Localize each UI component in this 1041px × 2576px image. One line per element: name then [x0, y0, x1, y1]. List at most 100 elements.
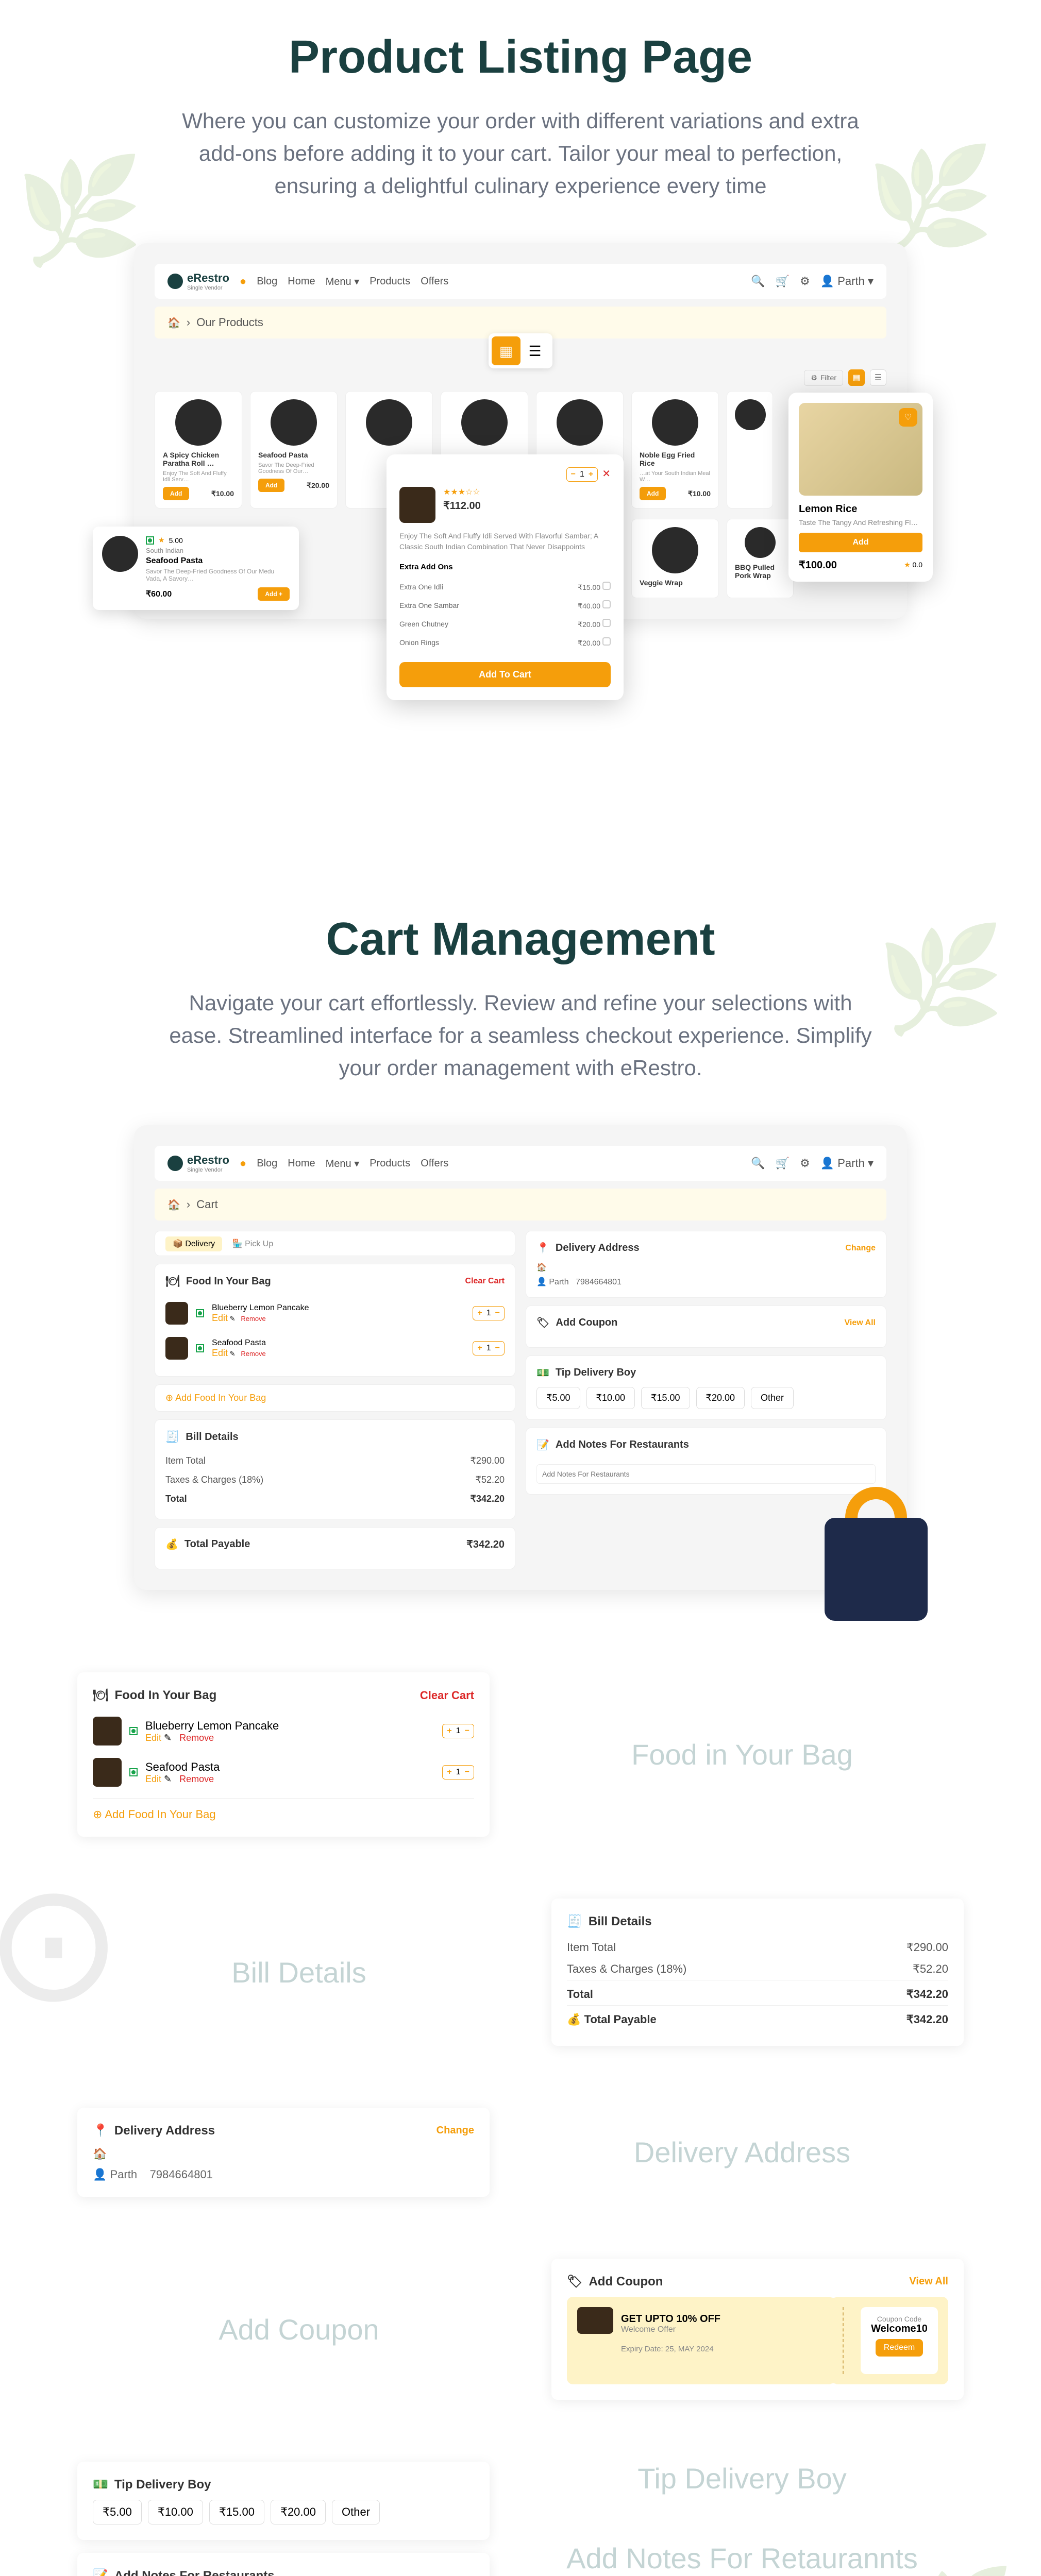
notes-input[interactable] [536, 1464, 876, 1484]
product-card[interactable]: A Spicy Chicken Paratha Roll … Enjoy The… [155, 391, 242, 509]
add-button[interactable]: Add [258, 479, 284, 492]
edit-link[interactable]: Edit [212, 1348, 228, 1358]
leaf-decoration-icon: 🌿 [877, 919, 1005, 1040]
change-link[interactable]: Change [436, 2125, 474, 2137]
filter-button[interactable]: ⚙ Filter [804, 370, 843, 386]
tip-option[interactable]: ₹20.00 [271, 2500, 326, 2524]
tip-option[interactable]: Other [751, 1387, 794, 1409]
brand-name: eRestro [187, 272, 229, 285]
list-item-card[interactable]: ★ 5.00 South Indian Seafood Pasta Savor … [93, 527, 299, 610]
add-button[interactable]: Add [640, 487, 666, 500]
list-icon[interactable]: ☰ [870, 369, 886, 386]
product-sub: Savor The Deep-Fried Goodness Of Our… [258, 462, 329, 474]
tip-option[interactable]: ₹15.00 [209, 2500, 264, 2524]
close-icon[interactable]: ✕ [602, 467, 611, 482]
nav-home[interactable]: Home [288, 276, 315, 287]
add-food-link[interactable]: ⊕ Add Food In Your Bag [93, 1808, 216, 1821]
section2-desc: Navigate your cart effortlessly. Review … [160, 987, 881, 1084]
leaf-decoration-icon: 🌿 [887, 2563, 1015, 2576]
nav-products[interactable]: Products [370, 1158, 410, 1170]
home-icon[interactable]: 🏠 [167, 316, 180, 329]
rating-value: 5.00 [169, 536, 183, 545]
tip-option[interactable]: ₹5.00 [93, 2500, 142, 2524]
settings-icon[interactable]: ⚙ [800, 275, 810, 288]
bill-details-panel: 🧾Bill Details Item Total₹290.00 Taxes & … [551, 1899, 964, 2046]
coupon-expiry: Expiry Date: 25, MAY 2024 [621, 2345, 826, 2353]
addon-row[interactable]: Onion Rings₹20.00 [399, 633, 611, 652]
add-food-link[interactable]: ⊕ Add Food In Your Bag [165, 1393, 266, 1403]
quantity-stepper[interactable]: +1− [442, 1724, 474, 1738]
product-name: Seafood Pasta [146, 556, 290, 566]
addon-row[interactable]: Green Chutney₹20.00 [399, 615, 611, 633]
remove-link[interactable]: Remove [179, 1733, 214, 1743]
wallet-icon: 💰 [165, 1538, 178, 1551]
tip-option[interactable]: ₹10.00 [148, 2500, 203, 2524]
grid-view-button[interactable]: ▦ [492, 336, 520, 365]
list-view-button[interactable]: ☰ [520, 336, 549, 365]
edit-link[interactable]: Edit [145, 1733, 161, 1743]
edit-link[interactable]: Edit [212, 1313, 228, 1323]
quantity-stepper[interactable]: +1− [473, 1341, 505, 1355]
edit-link[interactable]: Edit [145, 1774, 161, 1784]
view-all-link[interactable]: View All [845, 1318, 876, 1328]
minus-button[interactable]: − [571, 470, 576, 479]
add-button[interactable]: Add + [258, 587, 290, 601]
search-icon[interactable]: 🔍 [751, 275, 765, 288]
nav-offers[interactable]: Offers [421, 276, 448, 287]
nav-home[interactable]: Home [288, 1158, 315, 1170]
featured-product-card[interactable]: ♡ Lemon Rice Taste The Tangy And Refresh… [788, 393, 933, 582]
clear-cart-link[interactable]: Clear Cart [465, 1277, 505, 1286]
product-sub: Taste The Tangy And Refreshing Fl… [799, 518, 922, 527]
product-card[interactable]: BBQ Pulled Pork Wrap [727, 519, 794, 598]
nav-menu[interactable]: Menu ▾ [326, 1157, 360, 1170]
remove-link[interactable]: Remove [241, 1350, 265, 1358]
coupon-icon: 🏷 [567, 2274, 582, 2289]
nav-offers[interactable]: Offers [421, 1158, 448, 1170]
user-avatar[interactable]: 👤 Parth ▾ [820, 1157, 874, 1170]
pickup-tab[interactable]: 🏪 Pick Up [225, 1236, 281, 1251]
addon-row[interactable]: Extra One Idli₹15.00 [399, 578, 611, 596]
redeem-button[interactable]: Redeem [876, 2339, 923, 2357]
nav-blog[interactable]: Blog [257, 1158, 277, 1170]
favorite-button[interactable]: ♡ [899, 408, 917, 427]
plus-button[interactable]: + [589, 470, 593, 479]
remove-link[interactable]: Remove [179, 1774, 214, 1784]
add-button[interactable]: Add [799, 533, 922, 552]
quantity-stepper[interactable]: − 1 + [566, 467, 598, 482]
tip-panel: 💵Tip Delivery Boy ₹5.00 ₹10.00 ₹15.00 ₹2… [77, 2462, 490, 2540]
tip-option[interactable]: ₹10.00 [586, 1387, 635, 1409]
add-to-cart-button[interactable]: Add To Cart [399, 662, 611, 687]
section1-title: Product Listing Page [77, 31, 964, 84]
settings-icon[interactable]: ⚙ [800, 1157, 810, 1170]
grid-icon[interactable]: ▦ [848, 369, 865, 386]
star-icon: ★ [158, 536, 165, 545]
search-icon[interactable]: 🔍 [751, 1157, 765, 1170]
product-card[interactable]: Noble Egg Fried Rice …at Your South Indi… [631, 391, 719, 509]
user-avatar[interactable]: 👤 Parth ▾ [820, 275, 874, 288]
tip-option[interactable]: ₹15.00 [641, 1387, 690, 1409]
addon-row[interactable]: Extra One Sambar₹40.00 [399, 596, 611, 615]
quantity-stepper[interactable]: +1− [442, 1765, 474, 1780]
tip-option[interactable]: ₹5.00 [536, 1387, 580, 1409]
product-price: ₹112.00 [443, 499, 481, 512]
cart-icon[interactable]: 🛒 [776, 1157, 790, 1170]
tip-option[interactable]: ₹20.00 [696, 1387, 745, 1409]
tip-option[interactable]: Other [332, 2500, 380, 2524]
product-card[interactable]: Seafood Pasta Savor The Deep-Fried Goodn… [250, 391, 338, 509]
cart-icon[interactable]: 🛒 [776, 275, 790, 288]
product-card[interactable]: Veggie Wrap [631, 519, 719, 598]
delivery-tab[interactable]: 📦 Delivery [165, 1236, 222, 1251]
product-sub: Enjoy The Soft And Fluffy Idli Serv… [163, 470, 234, 483]
add-button[interactable]: Add [163, 487, 189, 500]
nav-menu[interactable]: Menu ▾ [326, 275, 360, 288]
clear-cart-link[interactable]: Clear Cart [420, 1689, 474, 1702]
view-all-link[interactable]: View All [909, 2276, 948, 2287]
change-link[interactable]: Change [845, 1244, 876, 1253]
remove-link[interactable]: Remove [241, 1315, 265, 1323]
coupon-card[interactable]: GET UPTO 10% OFF Welcome Offer Expiry Da… [567, 2297, 948, 2384]
quantity-stepper[interactable]: +1− [473, 1306, 505, 1320]
home-icon[interactable]: 🏠 [167, 1198, 180, 1211]
product-card[interactable] [727, 391, 773, 509]
nav-products[interactable]: Products [370, 276, 410, 287]
nav-blog[interactable]: Blog [257, 276, 277, 287]
